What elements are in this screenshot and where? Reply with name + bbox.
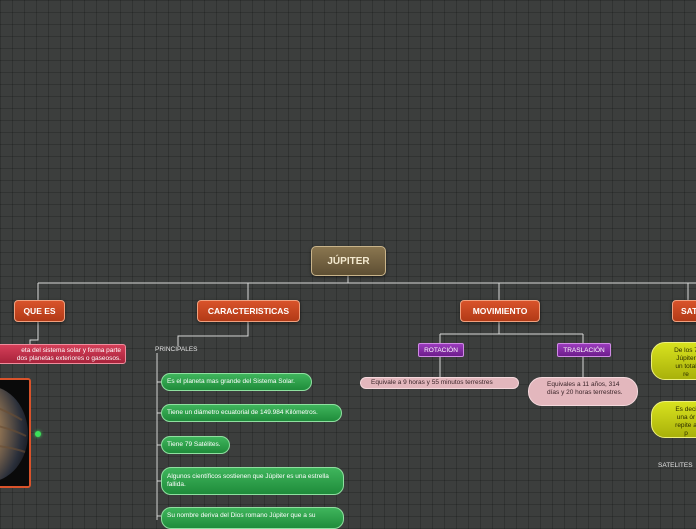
caracteristica-item[interactable]: Algunos científicos sostienen que Júpite… [161,467,344,495]
traslacion-detail-text: Equivales a 11 años, 314 días y 20 horas… [547,381,623,396]
bubble1-line: un total [675,363,696,370]
caracteristica-text: Tiene un diámetro ecuatorial de 149.984 … [167,409,318,416]
bubble1-line: Júpiter [676,355,696,362]
satelites-bubble-1[interactable]: De los 7 Júpiter un total re [651,342,696,380]
bubble2-line: p [684,430,688,437]
jupiter-planet-icon [0,380,29,486]
satelites-label: SATELITES [658,462,693,469]
category-satelites[interactable]: SAT [672,300,696,322]
bubble2-line: una ór [676,414,696,421]
category-que-es[interactable]: QUE ES [14,300,65,322]
category-caracteristicas[interactable]: CARACTERISTICAS [197,300,300,322]
root-node-jupiter[interactable]: JÚPITER [311,246,386,276]
traslacion-detail[interactable]: Equivales a 11 años, 314 días y 20 horas… [528,377,638,406]
que-es-line-1: eta del sistema solar y forma parte [21,347,121,354]
category-caracteristicas-label: CARACTERISTICAS [207,306,290,316]
bubble2-line: Es deci [675,406,696,413]
rotacion-label: ROTACIÓN [424,346,458,354]
caracteristica-text: Tiene 79 Satélites. [167,441,221,448]
principales-label: PRINCIPALES [155,346,198,353]
rotacion-detail-text: Equivale a 9 horas y 55 minutos terrestr… [371,379,493,386]
caracteristica-item[interactable]: Tiene un diámetro ecuatorial de 149.984 … [161,404,342,422]
satelites-bubble-2[interactable]: Es deci una ór repite a p [651,401,696,438]
category-movimiento-label: MOVIMIENTO [472,306,528,316]
jupiter-image[interactable] [0,378,31,488]
bubble2-line: repite a [675,422,696,429]
caracteristica-text: Es el planeta mas grande del Sistema Sol… [167,378,295,385]
root-label: JÚPITER [327,255,370,267]
que-es-description[interactable]: eta del sistema solar y forma parte dos … [0,344,126,364]
bubble1-line: re [683,371,689,378]
caracteristica-text: Su nombre deriva del Dios romano Júpiter… [167,512,316,519]
rotacion-node[interactable]: ROTACIÓN [418,343,464,357]
que-es-line-2: dos planetas exteriores o gaseosos. [16,355,121,362]
caracteristica-item[interactable]: Su nombre deriva del Dios romano Júpiter… [161,507,344,529]
category-que-es-label: QUE ES [23,306,56,316]
caracteristica-item[interactable]: Tiene 79 Satélites. [161,436,230,454]
rotacion-detail[interactable]: Equivale a 9 horas y 55 minutos terrestr… [360,377,519,389]
caracteristica-item[interactable]: Es el planeta mas grande del Sistema Sol… [161,373,312,391]
expand-dot-icon[interactable] [35,431,41,437]
traslacion-label: TRASLACIÓN [563,346,605,354]
caracteristica-text: Algunos científicos sostienen que Júpite… [167,473,329,488]
category-movimiento[interactable]: MOVIMIENTO [460,300,540,322]
traslacion-node[interactable]: TRASLACIÓN [557,343,611,357]
category-satelites-label: SAT [681,306,696,316]
bubble1-line: De los 7 [674,347,696,354]
